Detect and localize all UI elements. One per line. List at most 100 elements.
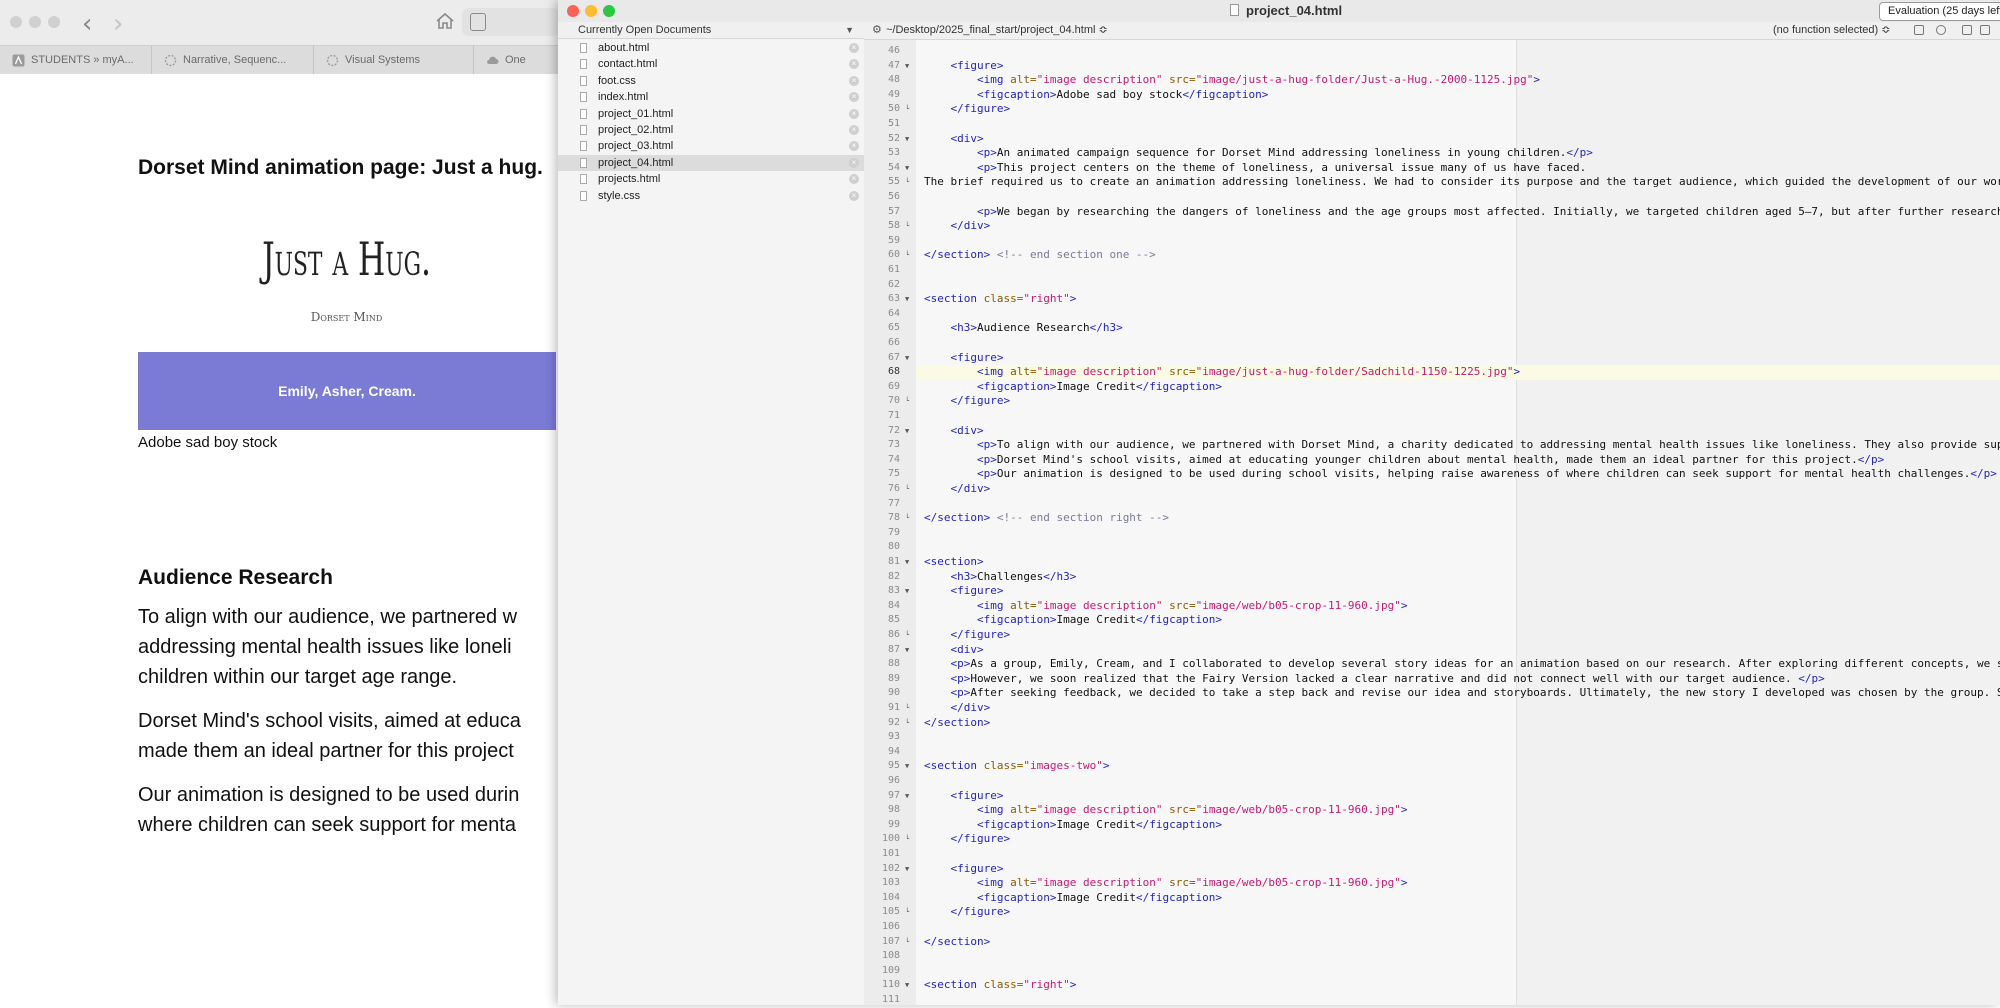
file-item[interactable]: about.html × [558,40,864,56]
code-line[interactable]: 47 ▼ <figure> [864,59,2000,74]
gear-icon[interactable]: ⚙ [872,22,882,39]
code-line[interactable]: 69 <figcaption>Image Credit</figcaption> [864,380,2000,395]
code-line[interactable]: 91 └ </div> [864,701,2000,716]
code-line[interactable]: 101 [864,847,2000,862]
browser-tab[interactable]: One [474,46,560,74]
code-line[interactable]: 87 ▼ <div> [864,643,2000,658]
fold-marker-icon[interactable]: └ [905,935,909,950]
code-line[interactable]: 65 <h3>Audience Research</h3> [864,321,2000,336]
code-line[interactable]: 95 ▼ <section class="images-two"> [864,759,2000,774]
code-line[interactable]: 54 ▼ <p>This project centers on the theme… [864,161,2000,176]
code-line[interactable]: 105 └ </figure> [864,905,2000,920]
code-line[interactable]: 88 <p>As a group, Emily, Cream, and I co… [864,657,2000,672]
code-line[interactable]: 89 <p>However, we soon realized that the… [864,672,2000,687]
code-line[interactable]: 109 [864,964,2000,979]
close-icon[interactable]: × [849,108,859,119]
code-line[interactable]: 61 [864,263,2000,278]
fold-marker-icon[interactable]: └ [905,832,909,847]
fold-marker-icon[interactable]: ▼ [905,132,909,147]
fold-marker-icon[interactable]: ▼ [905,351,909,366]
fold-marker-icon[interactable]: ▼ [905,59,909,74]
code-line[interactable]: 108 [864,949,2000,964]
fold-marker-icon[interactable]: └ [905,701,909,716]
code-line[interactable]: 48 <img alt="image description" src="ima… [864,73,2000,88]
code-line[interactable]: 86 └ </figure> [864,628,2000,643]
fold-marker-icon[interactable]: └ [905,175,909,190]
file-item[interactable]: projects.html × [558,171,864,187]
code-line[interactable]: 102 ▼ <figure> [864,862,2000,877]
fold-marker-icon[interactable]: └ [905,248,909,263]
code-line[interactable]: 75 <p>Our animation is designed to be us… [864,467,2000,482]
fold-marker-icon[interactable]: ▼ [905,584,909,599]
code-line[interactable]: 78 └ </section> <!-- end section right --> [864,511,2000,526]
fold-marker-icon[interactable]: ▼ [905,759,909,774]
fold-marker-icon[interactable]: ▼ [905,643,909,658]
code-line[interactable]: 63 ▼ <section class="right"> [864,292,2000,307]
code-line[interactable]: 46 [864,44,2000,59]
fold-marker-icon[interactable]: └ [905,102,909,117]
evaluation-badge[interactable]: Evaluation (25 days left) [1879,2,2000,21]
code-line[interactable]: 111 [864,993,2000,1008]
code-line[interactable]: 104 <figcaption>Image Credit</figcaption… [864,891,2000,906]
close-icon[interactable]: × [849,125,859,135]
code-line[interactable]: 49 <figcaption>Adobe sad boy stock</figc… [864,88,2000,103]
fold-marker-icon[interactable]: └ [905,219,909,234]
code-line[interactable]: 92 └ </section> [864,716,2000,731]
browser-tab[interactable]: Narrative, Sequenc... [152,46,314,74]
window-zoom-button[interactable] [48,16,60,28]
code-line[interactable]: 59 [864,234,2000,249]
code-line[interactable]: 67 ▼ <figure> [864,351,2000,366]
file-item[interactable]: index.html × [558,89,864,105]
close-icon[interactable]: × [849,92,859,103]
code-line[interactable]: 68 <img alt="image description" src="ima… [864,365,2000,380]
code-line[interactable]: 79 [864,526,2000,541]
code-line[interactable]: 84 <img alt="image description" src="ima… [864,599,2000,614]
code-line[interactable]: 57 <p>We began by researching the danger… [864,205,2000,220]
code-line[interactable]: 53 <p>An animated campaign sequence for … [864,146,2000,161]
close-icon[interactable]: × [849,75,859,86]
code-line[interactable]: 110 ▼ <section class="right"> [864,978,2000,993]
code-line[interactable]: 97 ▼ <figure> [864,789,2000,804]
fold-marker-icon[interactable]: ▼ [905,789,909,804]
code-line[interactable]: 96 [864,774,2000,789]
fold-marker-icon[interactable]: ▼ [905,978,909,993]
code-line[interactable]: 99 <figcaption>Image Credit</figcaption> [864,818,2000,833]
close-icon[interactable]: × [849,141,859,152]
close-icon[interactable]: × [849,174,859,185]
code-line[interactable]: 51 [864,117,2000,132]
code-line[interactable]: 77 [864,497,2000,512]
document-icon[interactable] [1980,25,1990,35]
code-line[interactable]: 103 <img alt="image description" src="im… [864,876,2000,891]
code-line[interactable]: 80 [864,540,2000,555]
fold-marker-icon[interactable]: ▼ [905,862,909,877]
close-window-button[interactable] [567,5,579,17]
code-line[interactable]: 85 <figcaption>Image Credit</figcaption> [864,613,2000,628]
code-line[interactable]: 71 [864,409,2000,424]
code-line[interactable]: 52 ▼ <div> [864,132,2000,147]
fold-marker-icon[interactable]: ▼ [905,555,909,570]
fold-marker-icon[interactable]: └ [905,394,909,409]
fold-marker-icon[interactable]: ▼ [905,161,909,176]
fold-marker-icon[interactable]: ▼ [905,424,909,439]
fold-marker-icon[interactable]: ▼ [905,292,909,307]
code-line[interactable]: 107 └ </section> [864,935,2000,950]
close-icon[interactable]: × [849,59,859,70]
forward-arrow-icon[interactable]: › [113,9,123,39]
close-icon[interactable]: × [849,190,859,201]
window-close-button[interactable] [10,16,22,28]
code-line[interactable]: 50 └ </figure> [864,102,2000,117]
reader-icon[interactable] [470,13,486,31]
fold-marker-icon[interactable]: └ [905,716,909,731]
split-view-icon[interactable] [1962,25,1972,35]
close-icon[interactable]: × [849,43,859,53]
fold-marker-icon[interactable]: └ [905,482,909,497]
fold-marker-icon[interactable]: └ [905,905,909,920]
browser-tab[interactable]: STUDENTS » myA... [0,46,152,74]
function-selector[interactable]: (no function selected) ≎ [1773,22,1890,39]
code-line[interactable]: 98 <img alt="image description" src="ima… [864,803,2000,818]
code-line[interactable]: 56 [864,190,2000,205]
file-path[interactable]: ~/Desktop/2025_final_start/project_04.ht… [886,22,1108,39]
browser-tab[interactable]: Visual Systems [314,46,474,74]
code-line[interactable]: 62 [864,278,2000,293]
code-line[interactable]: 73 <p>To align with our audience, we par… [864,438,2000,453]
